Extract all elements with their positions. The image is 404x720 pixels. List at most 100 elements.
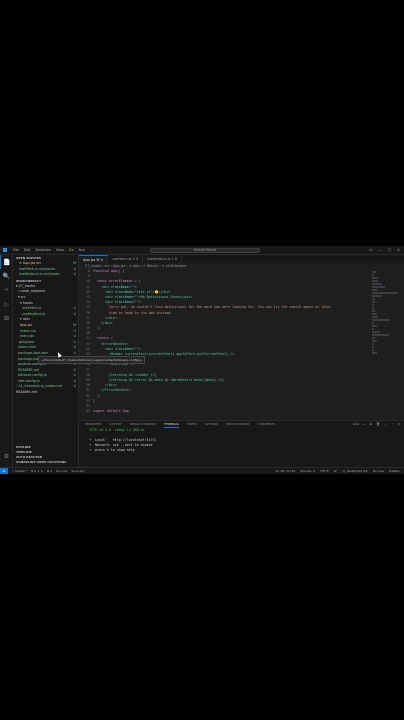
new-terminal-icon[interactable]: + — [363, 422, 366, 426]
vscode-window: File Edit Selection View Go Run ... Shad… — [0, 246, 404, 474]
panel-tab[interactable]: GITLENS — [205, 421, 218, 428]
file-name: index.css — [20, 328, 36, 333]
panel-tab[interactable]: PROBLEMS — [85, 421, 101, 428]
minimap-line — [372, 316, 378, 318]
menu-file[interactable]: File — [13, 248, 19, 252]
minimap-line — [372, 277, 378, 279]
minimap-line — [372, 283, 382, 285]
menu-bar: File Edit Selection View Go Run ... — [13, 248, 93, 252]
file-name: index.html — [18, 345, 37, 350]
panel-tab[interactable]: COMMENTS — [257, 421, 275, 428]
sourcery-status[interactable]: Sourcery — [71, 469, 84, 473]
minimap-line — [372, 334, 389, 336]
file-name: ▾ hooks — [20, 300, 33, 305]
more-actions-icon[interactable]: … — [384, 422, 387, 426]
file-name: ▾ 27_hooks — [16, 283, 35, 288]
panel-tab[interactable]: PORTS — [187, 421, 197, 428]
close-panel-icon[interactable]: ✕ — [397, 422, 400, 426]
tab-usekeybind[interactable]: useKeybind.js 1 U — [143, 255, 183, 263]
line-ending[interactable]: LF — [334, 469, 337, 473]
split-terminal-icon[interactable]: ⊞ — [370, 422, 373, 426]
git-branch[interactable]: ⑂ master* — [12, 469, 27, 473]
code-lines: 8 function App() {9 10 const errorElement … — [79, 269, 404, 414]
source-control-icon[interactable]: ⑂ — [0, 283, 13, 297]
settings-gear-icon[interactable]: ⚙ — [0, 449, 13, 463]
cursor-position[interactable]: Ln 16, Col 25 — [276, 469, 296, 473]
code-text: ); — [93, 326, 101, 331]
trash-icon[interactable]: 🗑 — [376, 422, 380, 426]
file-name: ✕ App.jsx src — [19, 261, 42, 265]
go-live-left[interactable]: Go Live — [56, 469, 67, 473]
open-editors-list: ✕ App.jsx src MuseFetch.js src/hooks UuseK… — [13, 261, 78, 278]
menu-view[interactable]: View — [56, 248, 64, 252]
line-number: 35 — [86, 409, 90, 414]
open-editor-item[interactable]: useKeybind.js src/hooks U — [13, 272, 78, 278]
file-name: README.md — [16, 390, 38, 395]
window-controls: ▭ — □ ✕ — [369, 248, 400, 252]
file-tree-item[interactable]: README.md — [13, 390, 78, 396]
file-name: vite.config.js — [18, 378, 40, 383]
maximize-icon[interactable]: □ — [388, 248, 391, 252]
panel-tab[interactable]: TERMINAL — [163, 421, 180, 428]
git-status-badge: U — [73, 272, 76, 277]
panel-tab[interactable]: DEBUG CONSOLE — [130, 421, 156, 428]
problems-count[interactable]: ⊗ 0 ⚠ 0 — [31, 469, 43, 473]
ports-count[interactable]: ⊕ 0 — [47, 469, 52, 473]
file-name: .gitignore — [18, 339, 35, 344]
menu-run[interactable]: Run — [79, 248, 86, 252]
file-name: useFetch.js src/hooks — [19, 266, 56, 271]
status-right: Ln 16, Col 25 Spaces: 2 UTF-8 LF {} Java… — [276, 469, 400, 473]
code-editor[interactable]: 8 function App() {9 10 const errorElement … — [79, 269, 404, 420]
remote-indicator-icon[interactable]: ⋈ — [0, 467, 8, 474]
file-name: › 11_introducing_hooks.md — [16, 384, 62, 389]
tab-usefetch[interactable]: useFetch.js 3 U — [108, 255, 144, 263]
sidebar-footer-sections: OUTLINE TIMELINE AUTO REACTOR SONARLINT ISS… — [13, 445, 79, 465]
file-name: ▾ src — [18, 294, 26, 299]
code-text: } — [93, 398, 95, 403]
minimap-line — [372, 319, 390, 321]
layout-icon[interactable]: ▭ — [369, 248, 372, 252]
minimap-line — [372, 304, 374, 306]
search-icon[interactable]: 🔍 — [0, 269, 13, 283]
minimap-line — [372, 307, 374, 309]
panel-tab[interactable]: SEARCH ERROR — [226, 421, 250, 428]
file-name: package-lock.json — [18, 350, 49, 355]
explorer-icon[interactable]: 📄 — [0, 255, 13, 269]
title-bar: File Edit Selection View Go Run ... Shad… — [0, 246, 404, 255]
minimap-line — [372, 337, 375, 339]
file-name: App.jsx — [20, 322, 33, 327]
run-debug-icon[interactable]: ▷ — [0, 297, 13, 311]
minimap-line — [372, 271, 376, 273]
terminal-line: ➜ press h to show help — [89, 448, 135, 452]
minimap-line — [372, 352, 377, 354]
vscode-logo-icon — [3, 248, 7, 252]
command-center-search[interactable]: ShadcnReact — [150, 248, 260, 253]
terminal-output[interactable]: VITE v4.3.9 ready in 388 ms ➜ Local: http… — [79, 428, 404, 453]
prettier-status[interactable]: Prettier — [389, 469, 400, 473]
indentation[interactable]: Spaces: 2 — [300, 469, 315, 473]
terminal-shell-label[interactable]: node — [352, 422, 360, 426]
extensions-icon[interactable]: ⊞ — [0, 311, 13, 325]
close-icon[interactable]: ✕ — [397, 248, 400, 252]
menu-more[interactable]: ... — [90, 248, 93, 252]
code-text: export default App — [93, 409, 129, 414]
menu-edit[interactable]: Edit — [24, 248, 31, 252]
minimap-line — [372, 289, 378, 291]
panel-tab[interactable]: OUTPUT — [109, 421, 121, 428]
language-mode[interactable]: {} JavaScript JSX — [342, 469, 368, 473]
minimap-line — [372, 274, 374, 276]
minimap-line — [372, 286, 385, 288]
minimap-line — [372, 331, 380, 333]
encoding[interactable]: UTF-8 — [320, 469, 329, 473]
tab-app-jsx[interactable]: App.jsx M ✕ — [79, 255, 109, 263]
editor-tabs: App.jsx M ✕ useFetch.js 3 U useKeybind.j… — [79, 255, 404, 263]
maximize-panel-icon[interactable]: ^ — [391, 422, 394, 426]
menu-go[interactable]: Go — [69, 248, 74, 252]
go-live-button[interactable]: Go Live — [373, 469, 384, 473]
minimize-icon[interactable]: — — [379, 248, 382, 252]
minimap[interactable] — [372, 271, 398, 354]
file-name: tailwind.config.js — [18, 373, 47, 378]
menu-selection[interactable]: Selection — [35, 248, 51, 252]
file-name: useKeybind.js src/hooks — [19, 272, 60, 277]
sidebar-section-header[interactable]: SONARLINT ISSUE LOCATIONS — [13, 460, 79, 465]
